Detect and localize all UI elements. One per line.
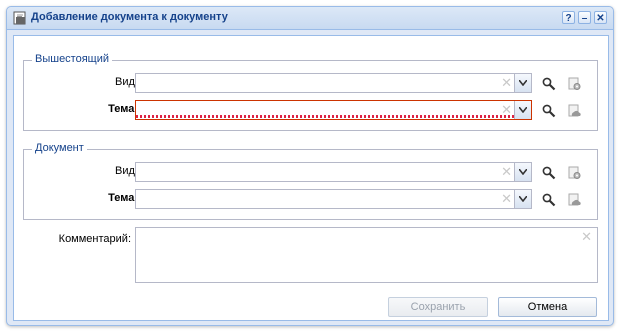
- minimize-button[interactable]: –: [578, 11, 591, 24]
- cloud-icon[interactable]: [564, 100, 584, 120]
- comment-textarea[interactable]: ✕: [135, 227, 598, 283]
- document-fieldset: Документ Вид: ✕ Тема: ✕: [23, 142, 598, 220]
- superior-fieldset: Вышестоящий Вид: ✕ Тема: ✕: [23, 53, 598, 131]
- search-icon[interactable]: [538, 162, 558, 182]
- superior-subject-combo[interactable]: ✕: [135, 100, 532, 120]
- clear-icon[interactable]: ✕: [501, 76, 512, 90]
- search-icon[interactable]: [538, 73, 558, 93]
- document-subject-combo[interactable]: ✕: [135, 189, 532, 209]
- close-button[interactable]: ✕: [594, 11, 607, 24]
- dialog-title: Добавление документа к документу: [31, 11, 228, 23]
- clear-icon[interactable]: ✕: [501, 192, 512, 206]
- cancel-button[interactable]: Отмена: [498, 297, 597, 317]
- gear-icon[interactable]: [564, 73, 584, 93]
- document-legend: Документ: [32, 142, 87, 154]
- dialog-titlebar[interactable]: Добавление документа к документу ? – ✕: [7, 7, 613, 30]
- superior-legend: Вышестоящий: [32, 53, 113, 65]
- dialog-body: Вышестоящий Вид: ✕ Тема: ✕ Документ Вид:…: [13, 35, 609, 321]
- document-type-combo[interactable]: ✕: [135, 162, 532, 182]
- superior-subject-label: Тема:: [108, 103, 138, 115]
- help-button[interactable]: ?: [562, 11, 575, 24]
- cloud-icon[interactable]: [564, 189, 584, 209]
- clear-icon[interactable]: ✕: [501, 103, 512, 117]
- chevron-down-icon[interactable]: [514, 74, 531, 92]
- chevron-down-icon[interactable]: [514, 101, 531, 119]
- comment-label: Комментарий:: [58, 233, 131, 245]
- document-icon: [13, 11, 27, 25]
- superior-type-label: Вид:: [115, 76, 138, 88]
- chevron-down-icon[interactable]: [514, 190, 531, 208]
- save-button[interactable]: Сохранить: [388, 297, 488, 317]
- search-icon[interactable]: [538, 100, 558, 120]
- dialog-window: Добавление документа к документу ? – ✕ В…: [6, 6, 614, 326]
- document-subject-label: Тема:: [108, 192, 138, 204]
- invalid-underline: [136, 115, 515, 118]
- document-type-label: Вид:: [115, 165, 138, 177]
- search-icon[interactable]: [538, 189, 558, 209]
- gear-icon[interactable]: [564, 162, 584, 182]
- clear-icon[interactable]: ✕: [501, 165, 512, 179]
- superior-type-combo[interactable]: ✕: [135, 73, 532, 93]
- chevron-down-icon[interactable]: [514, 163, 531, 181]
- clear-icon[interactable]: ✕: [581, 230, 592, 244]
